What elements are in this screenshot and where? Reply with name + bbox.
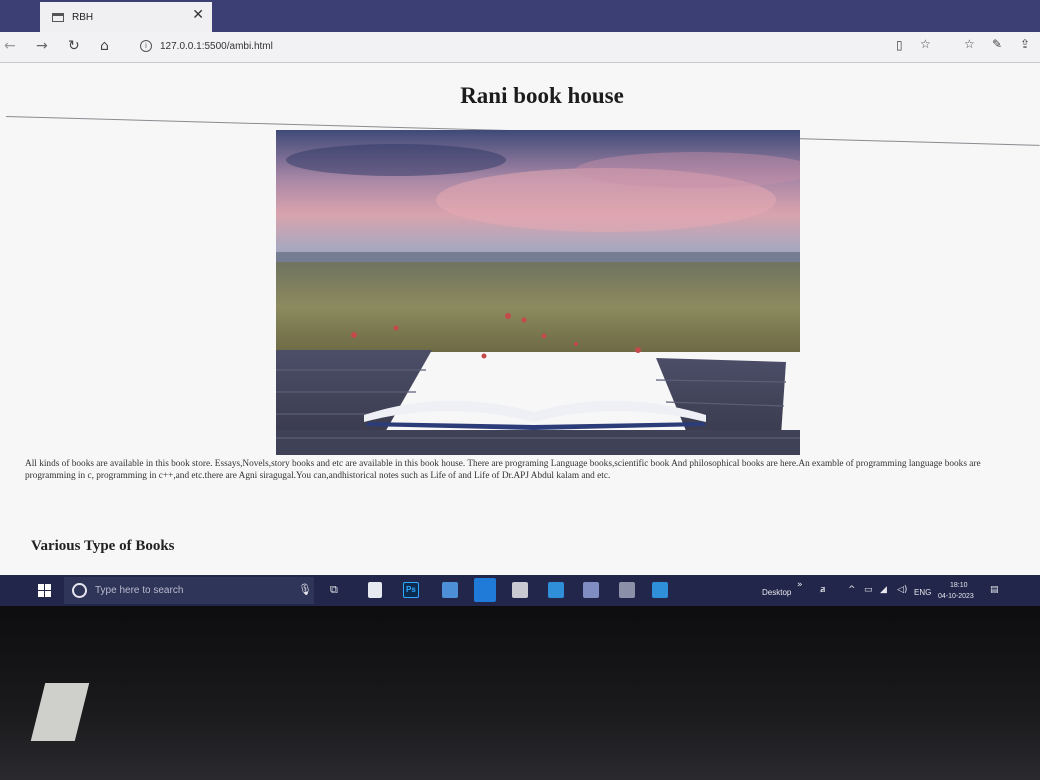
file-explorer-icon[interactable] (583, 582, 599, 598)
back-arrow-icon[interactable]: ← (4, 38, 16, 54)
book-landscape-image (276, 130, 800, 455)
refresh-icon[interactable]: ↻ (68, 38, 80, 54)
browser-nav-bar: ← → ↻ ⌂ i 127.0.0.1:5500/ambi.html ▯ ☆ ☆… (0, 32, 1040, 63)
taskbar-search-placeholder[interactable]: Type here to search (95, 585, 183, 596)
clock-date[interactable]: 04-10-2023 (938, 593, 974, 600)
windows-start-icon[interactable] (38, 584, 51, 597)
task-view-icon[interactable]: ⧉ (330, 583, 338, 597)
windows-taskbar: Type here to search 🎙 ⧉ Ps Desktop » ⱥ ^… (0, 575, 1040, 606)
laptop-body (0, 606, 1040, 780)
wifi-icon[interactable]: ◢ (880, 585, 887, 595)
site-info-icon[interactable]: i (140, 40, 152, 52)
forward-arrow-icon[interactable]: → (36, 38, 48, 54)
edge-browser-icon[interactable] (474, 578, 496, 602)
language-indicator[interactable]: ENG (914, 588, 931, 597)
web-page: Rani book house All kinds of books are a… (0, 63, 1040, 575)
browser-tab-strip: RBH ✕ (0, 0, 1040, 32)
home-icon[interactable]: ⌂ (100, 38, 109, 54)
clock-time[interactable]: 18:10 (950, 582, 968, 589)
page-title: Rani book house (460, 83, 624, 108)
vscode-icon[interactable] (652, 582, 668, 598)
toolbar-expand-icon[interactable]: » (797, 580, 803, 590)
settings-icon[interactable] (619, 582, 635, 598)
desktop-toolbar-label[interactable]: Desktop (762, 588, 791, 597)
url-text[interactable]: 127.0.0.1:5500/ambi.html (160, 41, 273, 52)
chevron-up-icon[interactable]: ^ (848, 585, 856, 595)
reading-view-icon[interactable]: ▯ (896, 38, 903, 52)
star-icon[interactable]: ☆ (920, 37, 931, 51)
photoshop-label: Ps (406, 585, 416, 594)
browser-tab[interactable]: RBH ✕ (40, 2, 212, 32)
section-heading: Various Type of Books (31, 538, 175, 554)
favorites-icon[interactable]: ☆ (964, 37, 975, 51)
description-paragraph: All kinds of books are available in this… (25, 459, 981, 481)
address-bar[interactable]: i 127.0.0.1:5500/ambi.html (140, 36, 830, 56)
media-player-icon[interactable] (368, 582, 382, 598)
battery-icon[interactable]: ▭ (864, 585, 873, 595)
paint-icon[interactable] (442, 582, 458, 598)
mail-icon[interactable] (548, 582, 564, 598)
share-icon[interactable]: ⇪ (1020, 37, 1030, 51)
cortana-icon (72, 583, 87, 598)
photoshop-icon[interactable]: Ps (403, 582, 419, 598)
close-tab-icon[interactable]: ✕ (192, 7, 204, 23)
tab-page-icon (52, 12, 64, 22)
taskbar-search-box[interactable]: Type here to search (64, 577, 314, 604)
calculator-icon[interactable] (512, 582, 528, 598)
people-icon[interactable]: ⱥ (820, 585, 826, 595)
screen: RBH ✕ ← → ↻ ⌂ i 127.0.0.1:5500/ambi.html… (0, 0, 1040, 606)
volume-icon[interactable]: ◁) (897, 585, 907, 595)
pen-icon[interactable]: ✎ (992, 37, 1002, 51)
notification-icon[interactable]: ▤ (990, 585, 999, 595)
tab-title: RBH (72, 11, 94, 23)
microphone-icon[interactable]: 🎙 (298, 583, 312, 596)
